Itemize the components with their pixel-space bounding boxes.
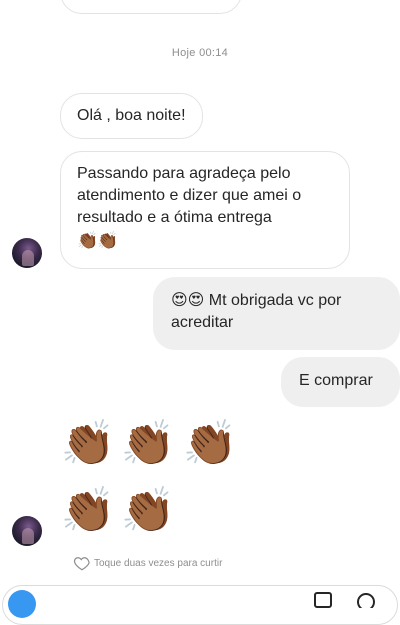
message-input[interactable] [56,586,306,616]
contact-avatar[interactable] [12,516,42,546]
message-text-line: resultado e a ótima entrega [77,209,272,226]
message-text-line: Passando para agradeça pelo [77,165,291,182]
contact-avatar[interactable] [12,238,42,268]
clapping-hands-emoji[interactable]: 👏🏾 [118,487,178,541]
message-timestamp: Hoje 00:14 [171,47,229,59]
message-text: E comprar [299,372,373,389]
message-text-line: acreditar [171,314,234,331]
clapping-hands-emoji[interactable]: 👏🏾 [118,420,178,474]
incoming-message-bubble[interactable]: Passando para agradeça pelo atendimento … [60,151,350,269]
camera-icon[interactable] [8,590,36,618]
clapping-hands-emoji[interactable]: 👏🏾 [180,420,240,474]
incoming-message-bubble[interactable]: Olá , boa noite! [60,93,203,139]
outgoing-message-bubble[interactable]: 😍😍 Mt obrigada vc por acreditar [153,277,400,350]
clapping-hands-emoji: 👏🏾👏🏾 [77,231,118,250]
message-text-line: 😍😍 Mt obrigada vc por [171,292,342,309]
clapping-hands-emoji[interactable]: 👏🏾 [58,420,118,474]
message-text-line: atendimento e dizer que amei o [77,187,302,204]
heart-outline-icon[interactable] [73,554,91,572]
clapping-hands-emoji[interactable]: 👏🏾 [58,487,118,541]
previous-message-bubble [60,0,242,14]
gallery-icon[interactable] [314,592,332,608]
outgoing-message-bubble[interactable]: E comprar [281,357,400,407]
message-text: Olá , boa noite! [77,107,186,124]
sticker-icon[interactable] [355,592,377,611]
double-tap-like-hint: Toque duas vezes para curtir [73,553,222,573]
like-hint-text: Toque duas vezes para curtir [94,557,223,569]
